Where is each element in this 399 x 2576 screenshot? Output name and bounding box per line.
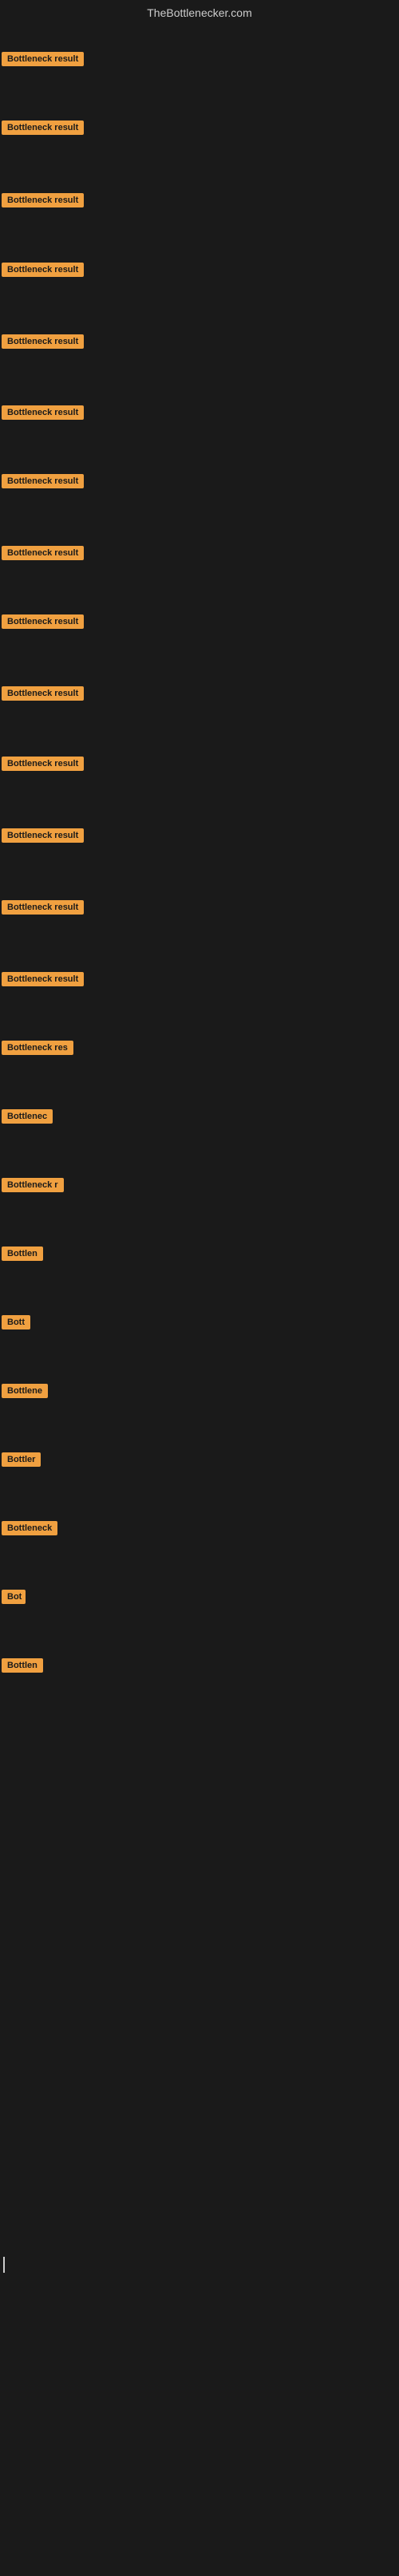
bottleneck-badge-7[interactable]: Bottleneck result	[2, 474, 84, 488]
bottleneck-item-15: Bottleneck res	[2, 1041, 73, 1059]
site-title: TheBottlenecker.com	[0, 0, 399, 22]
bottleneck-badge-21[interactable]: Bottler	[2, 1452, 41, 1467]
bottleneck-badge-8[interactable]: Bottleneck result	[2, 546, 84, 560]
bottleneck-badge-14[interactable]: Bottleneck result	[2, 972, 84, 986]
bottleneck-item-17: Bottleneck r	[2, 1178, 64, 1196]
bottleneck-item-22: Bottleneck	[2, 1521, 57, 1539]
bottleneck-badge-3[interactable]: Bottleneck result	[2, 193, 84, 207]
bottleneck-item-5: Bottleneck result	[2, 334, 84, 353]
bottleneck-badge-22[interactable]: Bottleneck	[2, 1521, 57, 1535]
bottleneck-badge-20[interactable]: Bottlene	[2, 1384, 48, 1398]
bottleneck-item-12: Bottleneck result	[2, 828, 84, 847]
bottleneck-badge-5[interactable]: Bottleneck result	[2, 334, 84, 349]
bottleneck-badge-13[interactable]: Bottleneck result	[2, 900, 84, 915]
bottleneck-badge-9[interactable]: Bottleneck result	[2, 614, 84, 629]
bottleneck-badge-1[interactable]: Bottleneck result	[2, 52, 84, 66]
bottleneck-item-20: Bottlene	[2, 1384, 48, 1402]
bottleneck-item-11: Bottleneck result	[2, 757, 84, 775]
bottleneck-badge-17[interactable]: Bottleneck r	[2, 1178, 64, 1192]
bottleneck-item-21: Bottler	[2, 1452, 41, 1471]
bottleneck-item-24: Bottlen	[2, 1658, 43, 1677]
bottleneck-badge-12[interactable]: Bottleneck result	[2, 828, 84, 843]
bottleneck-item-23: Bot	[2, 1590, 26, 1608]
bottleneck-item-1: Bottleneck result	[2, 52, 84, 70]
bottleneck-item-14: Bottleneck result	[2, 972, 84, 990]
bottleneck-item-8: Bottleneck result	[2, 546, 84, 564]
bottleneck-badge-2[interactable]: Bottleneck result	[2, 121, 84, 135]
bottleneck-item-19: Bott	[2, 1315, 30, 1333]
bottleneck-badge-4[interactable]: Bottleneck result	[2, 263, 84, 277]
bottleneck-item-3: Bottleneck result	[2, 193, 84, 211]
bottleneck-item-18: Bottlen	[2, 1247, 43, 1265]
bottleneck-item-10: Bottleneck result	[2, 686, 84, 705]
bottleneck-badge-6[interactable]: Bottleneck result	[2, 405, 84, 420]
bottleneck-badge-18[interactable]: Bottlen	[2, 1247, 43, 1261]
bottleneck-badge-19[interactable]: Bott	[2, 1315, 30, 1329]
bottleneck-badge-16[interactable]: Bottlenec	[2, 1109, 53, 1124]
bottleneck-badge-15[interactable]: Bottleneck res	[2, 1041, 73, 1055]
bottleneck-item-16: Bottlenec	[2, 1109, 53, 1128]
bottleneck-item-13: Bottleneck result	[2, 900, 84, 919]
bottleneck-item-9: Bottleneck result	[2, 614, 84, 633]
bottleneck-item-2: Bottleneck result	[2, 121, 84, 139]
bottleneck-item-4: Bottleneck result	[2, 263, 84, 281]
bottleneck-item-6: Bottleneck result	[2, 405, 84, 424]
bottleneck-badge-23[interactable]: Bot	[2, 1590, 26, 1604]
cursor	[3, 2257, 5, 2273]
bottleneck-badge-10[interactable]: Bottleneck result	[2, 686, 84, 701]
bottleneck-item-7: Bottleneck result	[2, 474, 84, 492]
bottleneck-badge-24[interactable]: Bottlen	[2, 1658, 43, 1673]
bottleneck-badge-11[interactable]: Bottleneck result	[2, 757, 84, 771]
